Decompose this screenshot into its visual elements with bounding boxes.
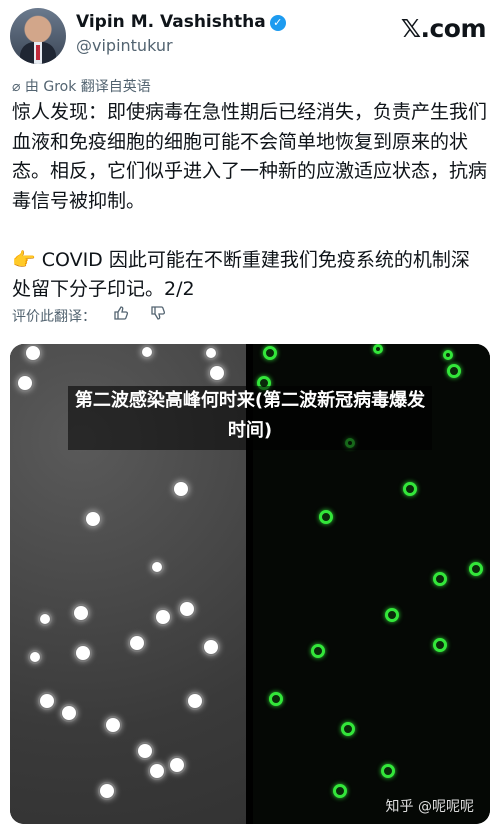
verified-badge-icon: ✓: [269, 15, 286, 31]
avatar[interactable]: [10, 8, 66, 64]
author-handle[interactable]: @vipintukur: [76, 36, 173, 55]
tweet-header: Vipin M. Vashishtha ✓ @vipintukur 𝕏.com: [10, 8, 490, 64]
grok-icon: ⌀: [12, 79, 21, 95]
bottom-spacer: [0, 829, 500, 839]
translation-note: ⌀ 由 Grok 翻译自英语: [12, 76, 151, 96]
author-name[interactable]: Vipin M. Vashishtha ✓: [76, 12, 286, 32]
thumbs-down-icon[interactable]: [147, 305, 169, 325]
x-logo: 𝕏.com: [400, 14, 487, 43]
tweet-text: 惊人发现：即使病毒在急性期后已经消失，负责产生我们血液和免疫细胞的细胞可能不会简…: [12, 98, 488, 305]
tweet-paragraph-2: 👉 COVID 因此可能在不断重建我们免疫系统的机制深处留下分子印记。2/2: [12, 248, 470, 301]
tweet-paragraph-1: 惊人发现：即使病毒在急性期后已经消失，负责产生我们血液和免疫细胞的细胞可能不会简…: [12, 101, 488, 212]
thumbs-up-icon[interactable]: [110, 305, 132, 325]
rating-label: 评价此翻译：: [12, 309, 96, 325]
translation-rating: 评价此翻译：: [12, 305, 169, 326]
media-watermark: 知乎 @呢呢呢: [385, 799, 474, 815]
media-overlay-title: 第二波感染高峰何时来(第二波新冠病毒爆发时间): [68, 386, 432, 450]
author-name-text: Vipin M. Vashishtha: [76, 12, 266, 32]
translation-note-text: 由 Grok 翻译自英语: [24, 79, 151, 95]
